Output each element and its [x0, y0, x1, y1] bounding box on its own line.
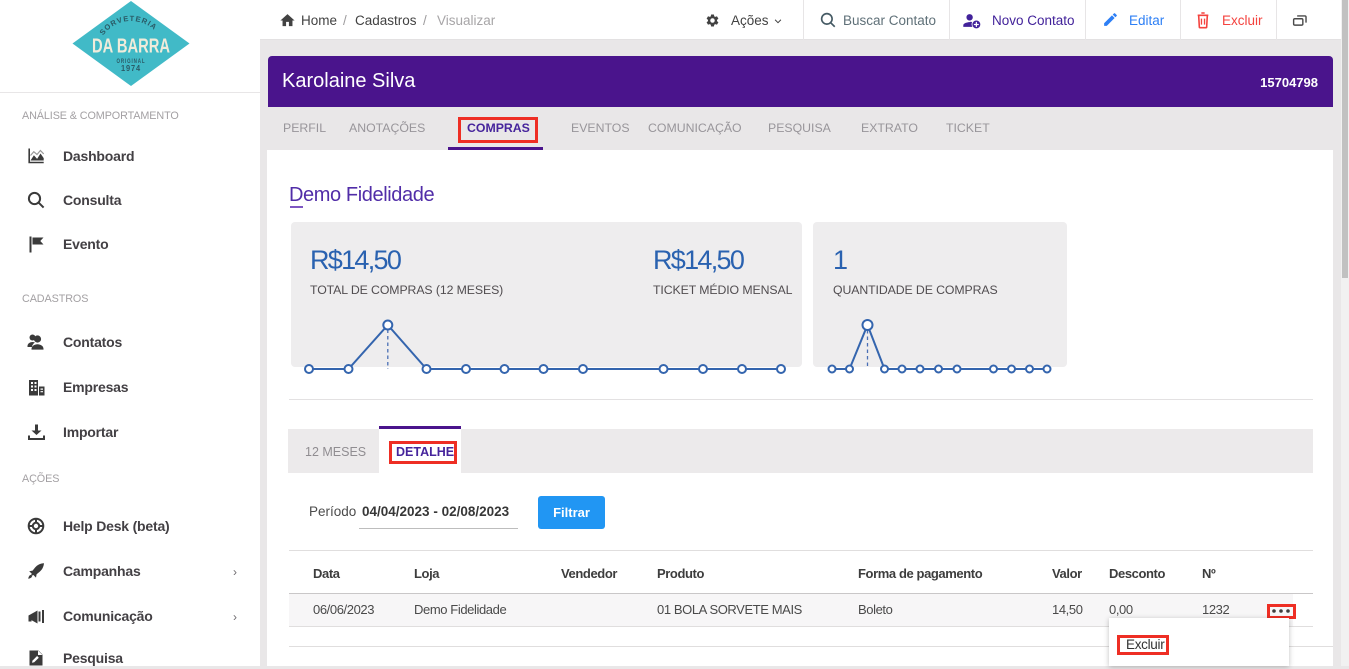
svg-text:1974: 1974 [121, 63, 141, 73]
svg-text:DA BARRA: DA BARRA [92, 36, 170, 58]
